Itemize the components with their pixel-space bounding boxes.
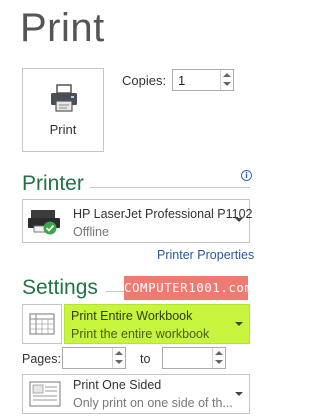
spinner-down-icon[interactable] [115, 360, 123, 364]
chevron-down-icon [235, 392, 243, 396]
print-what-dropdown[interactable]: Print Entire Workbook Print the entire w… [22, 304, 250, 344]
settings-section-title: Settings [22, 276, 98, 299]
spinner-up-icon[interactable] [215, 351, 223, 355]
chevron-down-icon [235, 322, 243, 326]
printer-dropdown[interactable]: HP LaserJet Professional P1102 Offline [22, 199, 253, 243]
printer-properties-link[interactable]: Printer Properties [157, 248, 254, 262]
copies-value: 1 [178, 73, 186, 88]
copies-spinner[interactable] [220, 70, 233, 90]
pages-from-spinner[interactable] [112, 348, 125, 368]
workbook-grid-icon [29, 313, 55, 340]
print-sides-subtitle: Only print on one side of th... [73, 396, 233, 410]
spinner-down-icon[interactable] [223, 82, 231, 86]
copies-stepper[interactable]: 1 [172, 69, 234, 91]
print-what-selection[interactable]: Print Entire Workbook Print the entire w… [64, 304, 250, 344]
watermark-badge: COMPUTER1001.com [124, 276, 252, 300]
printer-name: HP LaserJet Professional P1102 [73, 207, 253, 221]
print-sides-title: Print One Sided [73, 378, 162, 392]
print-what-icon-cell [22, 304, 62, 344]
pages-label: Pages: [22, 352, 61, 366]
spinner-up-icon[interactable] [223, 73, 231, 77]
printer-device-icon [26, 206, 66, 243]
pages-to-spinner[interactable] [212, 348, 225, 368]
printer-status: Offline [73, 225, 109, 239]
pages-from-stepper[interactable] [62, 347, 126, 369]
print-sides-dropdown[interactable]: Print One Sided Only print on one side o… [22, 374, 250, 414]
spinner-up-icon[interactable] [115, 351, 123, 355]
print-what-title: Print Entire Workbook [71, 309, 193, 323]
spinner-down-icon[interactable] [215, 360, 223, 364]
copies-label: Copies: [122, 73, 167, 88]
print-button-label: Print [49, 122, 77, 137]
pages-to-stepper[interactable] [162, 347, 226, 369]
print-what-subtitle: Print the entire workbook [71, 327, 210, 341]
chevron-down-icon [235, 218, 243, 222]
page-title: Print [20, 6, 105, 50]
one-sided-page-icon [29, 381, 61, 412]
printer-divider [90, 187, 250, 188]
pages-to-label: to [140, 352, 151, 366]
printer-section-title: Printer [22, 172, 84, 195]
info-icon[interactable]: i [241, 170, 252, 181]
printer-icon [49, 83, 79, 118]
print-button[interactable]: Print [22, 68, 104, 152]
